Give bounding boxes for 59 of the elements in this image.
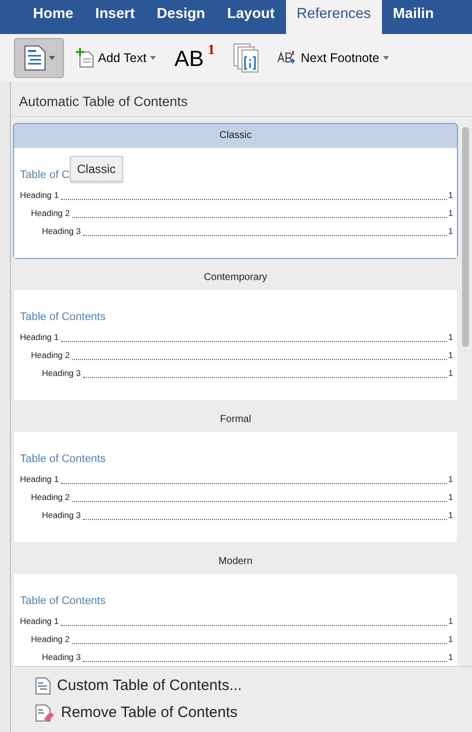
page-number: 1: [448, 509, 453, 522]
document-icon: [24, 45, 46, 71]
preview-heading: Heading 1: [20, 331, 59, 344]
preview-heading: Heading 1: [20, 473, 59, 486]
preview-heading: Heading 2: [31, 491, 70, 504]
preview-heading: Heading 2: [31, 349, 70, 362]
style-name: Classic: [218, 129, 253, 144]
gallery-item[interactable]: Contemporary Table of Contents Heading 1 1 Heading 2 1 Heading 3 1: [13, 265, 458, 402]
ribbon-tab[interactable]: Layout: [216, 0, 286, 34]
style-name: Contemporary: [202, 271, 268, 286]
preview-heading: Heading 2: [31, 207, 70, 220]
caret-icon: [383, 56, 390, 60]
tooltip: Classic: [70, 156, 123, 182]
caret-icon: [150, 56, 156, 60]
footnote-arrow-icon: [276, 50, 297, 66]
ribbon-tab[interactable]: Design: [146, 0, 216, 34]
ribbon-tab[interactable]: Home: [22, 0, 84, 34]
preview-title: Table of Contents: [20, 310, 106, 326]
page-number: 1: [448, 633, 453, 646]
page-number: 1: [448, 225, 453, 238]
preview-title: Table of Contents: [20, 452, 106, 468]
page-number: 1: [448, 491, 453, 504]
insert-footnote-button[interactable]: AB $^{1}$: [168, 42, 221, 74]
preview-heading: Heading 3: [42, 225, 81, 238]
table-of-contents-button[interactable]: [14, 38, 64, 78]
preview-heading: Heading 3: [42, 367, 81, 380]
stacked-pages-icon: [232, 43, 261, 73]
preview-title: Table of C: [20, 168, 70, 184]
preview-heading: Heading 3: [42, 509, 81, 522]
ribbon-tab[interactable]: Insert: [84, 0, 146, 34]
page-number: 1: [448, 651, 453, 664]
page-number: 1: [448, 615, 453, 628]
page-number: 1: [448, 473, 453, 486]
add-text-button[interactable]: Add Text: [72, 48, 160, 68]
ribbon-tab[interactable]: References: [286, 0, 382, 34]
page-number: 1: [448, 331, 453, 344]
gallery-item[interactable]: Modern Table of Contents Heading 1 1 Heading 2 1 Heading 3 1: [13, 549, 458, 666]
gallery-header: Automatic Table of Contents: [11, 82, 472, 118]
gallery-item[interactable]: Classic Table of C Heading 1 1 Heading 2 1 Heading 3 1 Classic: [13, 123, 458, 260]
document-eraser-icon: [35, 704, 55, 722]
preview-heading: Heading 1: [20, 615, 59, 628]
style-name: Modern: [218, 555, 254, 570]
preview-heading: Heading 2: [31, 633, 70, 646]
page-number: 1: [448, 207, 453, 220]
preview-heading: Heading 1: [20, 189, 59, 202]
document-icon: [35, 677, 51, 696]
page-number: 1: [448, 367, 453, 380]
add-page-icon: [76, 48, 94, 68]
next-footnote-button[interactable]: Next Footnote: [272, 48, 394, 68]
preview-title: Table of Contents: [20, 594, 106, 610]
menu-item[interactable]: Remove Table of Contents: [35, 700, 238, 726]
caret-icon: [48, 56, 54, 60]
gallery-item[interactable]: Formal Table of Contents Heading 1 1 Heading 2 1 Heading 3 1: [13, 407, 458, 544]
menu-item[interactable]: Custom Table of Contents...: [35, 673, 242, 700]
ribbon-tab[interactable]: Mailin: [382, 0, 445, 34]
style-name: Formal: [218, 413, 252, 428]
page-number: 1: [448, 349, 453, 362]
page-number: 1: [448, 189, 453, 202]
preview-heading: Heading 3: [42, 651, 81, 664]
